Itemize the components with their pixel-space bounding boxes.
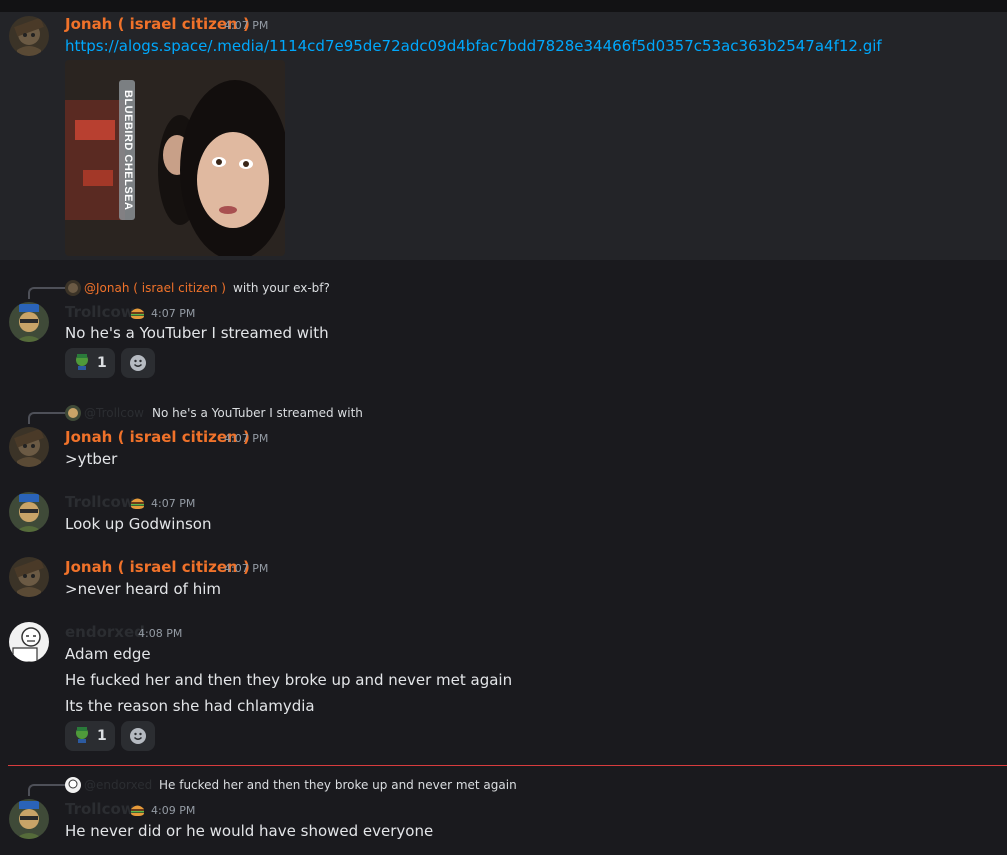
reply-avatar[interactable] [65, 405, 81, 421]
avatar[interactable] [9, 799, 49, 839]
reaction-count: 1 [97, 728, 107, 744]
reaction-pill[interactable]: 1 [65, 721, 115, 751]
smiley-icon [130, 728, 146, 744]
message-text: No he's a YouTuber I streamed with [65, 324, 329, 342]
timestamp: 4:07 PM [224, 432, 269, 445]
author-name[interactable]: Jonah ( israel citizen ) [65, 15, 250, 33]
avatar[interactable] [9, 302, 49, 342]
burger-badge-icon [129, 304, 146, 321]
pepe-emoji-icon [73, 352, 91, 374]
avatar[interactable] [9, 427, 49, 467]
gif-embed[interactable]: BLUEBIRD CHELSEA [65, 60, 285, 256]
add-reaction-button[interactable] [121, 348, 155, 378]
message-text: He fucked her and then they broke up and… [65, 671, 513, 689]
author-name[interactable]: Jonah ( israel citizen ) [65, 428, 250, 446]
timestamp: 4:09 PM [151, 804, 196, 817]
avatar[interactable] [9, 622, 49, 662]
message-text: Adam edge [65, 645, 151, 663]
reply-connector [28, 784, 66, 796]
timestamp: 4:07 PM [224, 562, 269, 575]
reaction-pill[interactable]: 1 [65, 348, 115, 378]
author-name[interactable]: Trollcow [65, 493, 135, 511]
timestamp: 4:08 PM [138, 627, 183, 640]
reply-connector [28, 412, 66, 424]
message-text: Look up Godwinson [65, 515, 212, 533]
avatar[interactable] [9, 557, 49, 597]
timestamp: 4:07 PM [151, 307, 196, 320]
reply-author[interactable]: @endorxed [84, 778, 152, 792]
reply-author[interactable]: @Jonah ( israel citizen ) [84, 281, 226, 295]
reply-preview[interactable]: He fucked her and then they broke up and… [159, 778, 517, 792]
smiley-icon [130, 355, 146, 371]
avatar[interactable] [9, 492, 49, 532]
burger-badge-icon [129, 494, 146, 511]
timestamp: 4:07 PM [151, 497, 196, 510]
gif-caption: BLUEBIRD CHELSEA [122, 90, 134, 211]
avatar[interactable] [9, 16, 49, 56]
reply-preview[interactable]: No he's a YouTuber I streamed with [152, 406, 363, 420]
message-text: >ytber [65, 450, 118, 468]
reply-avatar[interactable] [65, 280, 81, 296]
message-link[interactable]: https://alogs.space/.media/1114cd7e95de7… [65, 37, 882, 55]
author-name[interactable]: Jonah ( israel citizen ) [65, 558, 250, 576]
author-name[interactable]: Trollcow [65, 800, 135, 818]
message-text: >never heard of him [65, 580, 221, 598]
pepe-emoji-icon [73, 725, 91, 747]
add-reaction-button[interactable] [121, 721, 155, 751]
reply-author[interactable]: @Trollcow [84, 406, 144, 420]
new-messages-divider [8, 765, 1007, 766]
top-bar [0, 0, 1007, 12]
author-name[interactable]: Trollcow [65, 303, 135, 321]
timestamp: 4:07 PM [224, 19, 269, 32]
reply-preview[interactable]: with your ex-bf? [233, 281, 330, 295]
message-text: He never did or he would have showed eve… [65, 822, 434, 840]
author-name[interactable]: endorxed [65, 623, 145, 641]
reaction-count: 1 [97, 355, 107, 371]
burger-badge-icon [129, 801, 146, 818]
reply-avatar[interactable] [65, 777, 81, 793]
reply-connector [28, 287, 66, 299]
message-text: Its the reason she had chlamydia [65, 697, 315, 715]
